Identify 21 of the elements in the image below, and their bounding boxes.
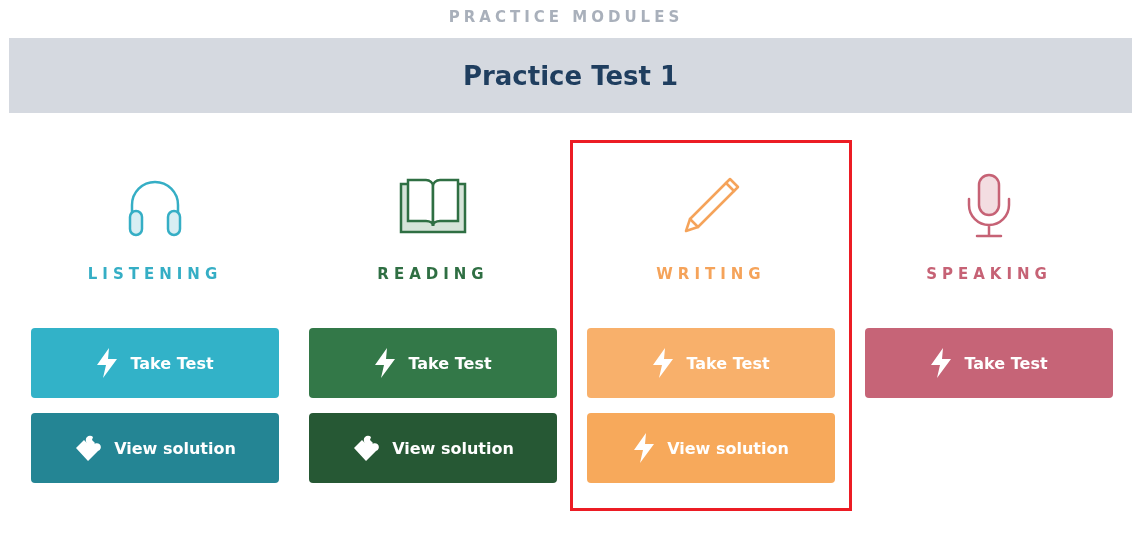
puzzle-piece-icon: [352, 434, 381, 462]
module-button[interactable]: Take Test: [865, 328, 1113, 398]
module-label: SPEAKING: [926, 265, 1052, 285]
section-heading: PRACTICE MODULES: [447, 7, 685, 28]
module-button[interactable]: Take Test: [309, 328, 557, 398]
module-button[interactable]: View solution: [309, 413, 557, 483]
open-book-icon: [399, 178, 467, 234]
module-label: READING: [377, 265, 489, 285]
module-button[interactable]: View solution: [31, 413, 279, 483]
module-button[interactable]: View solution: [587, 413, 835, 483]
lightning-icon: [930, 348, 953, 378]
module-label: LISTENING: [87, 265, 223, 285]
lightning-icon: [652, 348, 675, 378]
puzzle-piece-icon: [74, 434, 103, 462]
microphone-icon: [966, 173, 1012, 239]
lightning-icon: [96, 348, 119, 378]
lightning-icon: [633, 433, 656, 463]
module-button[interactable]: Take Test: [31, 328, 279, 398]
test-title-bar: Practice Test 1: [9, 38, 1132, 113]
module-label: WRITING: [656, 265, 766, 285]
lightning-icon: [374, 348, 397, 378]
